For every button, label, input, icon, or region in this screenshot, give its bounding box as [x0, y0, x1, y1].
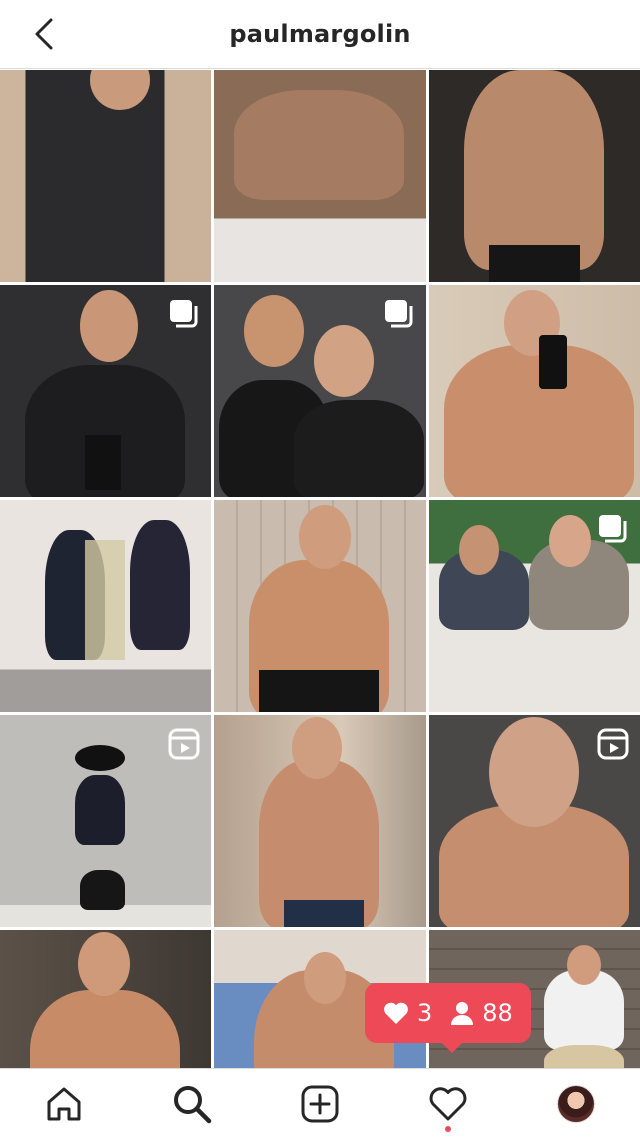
post-tile[interactable] [0, 715, 211, 927]
profile-username-title: paulmargolin [229, 20, 411, 48]
new-post-icon [301, 1085, 339, 1122]
activity-indicator-dot [445, 1125, 451, 1132]
top-header: paulmargolin [0, 0, 640, 69]
post-tile[interactable] [0, 70, 211, 282]
post-tile[interactable] [0, 285, 211, 497]
activity-heart-icon [429, 1086, 467, 1120]
tab-new-post[interactable] [288, 1072, 352, 1136]
tab-search[interactable] [160, 1072, 224, 1136]
tab-home[interactable] [32, 1072, 96, 1136]
activity-notification-bubble[interactable]: 3 88 [365, 983, 531, 1053]
followers-count-group: 88 [450, 999, 513, 1027]
home-icon [47, 1087, 81, 1120]
bottom-tab-bar [0, 1068, 640, 1138]
post-tile[interactable] [429, 715, 640, 927]
search-icon [174, 1085, 212, 1123]
chevron-left-icon [35, 18, 53, 50]
posts-grid [0, 70, 640, 1068]
post-tile[interactable] [214, 715, 426, 927]
back-button[interactable] [26, 16, 62, 52]
post-tile[interactable] [429, 70, 640, 282]
reels-icon [597, 728, 629, 760]
heart-icon [384, 1002, 408, 1024]
post-tile[interactable] [0, 500, 211, 712]
likes-count-group: 3 [383, 999, 432, 1027]
carousel-icon [170, 300, 198, 328]
carousel-icon [599, 515, 627, 543]
followers-count: 88 [482, 999, 513, 1027]
person-icon [451, 1002, 474, 1025]
reels-icon [168, 728, 200, 760]
post-tile[interactable] [429, 285, 640, 497]
tab-activity[interactable] [416, 1072, 480, 1136]
post-tile[interactable] [0, 930, 211, 1068]
tab-profile[interactable] [544, 1072, 608, 1136]
post-tile[interactable] [214, 285, 426, 497]
likes-count: 3 [417, 999, 433, 1027]
post-tile[interactable] [214, 500, 426, 712]
post-tile[interactable] [214, 70, 426, 282]
post-tile[interactable] [429, 500, 640, 712]
profile-avatar [557, 1084, 595, 1123]
carousel-icon [385, 300, 413, 328]
